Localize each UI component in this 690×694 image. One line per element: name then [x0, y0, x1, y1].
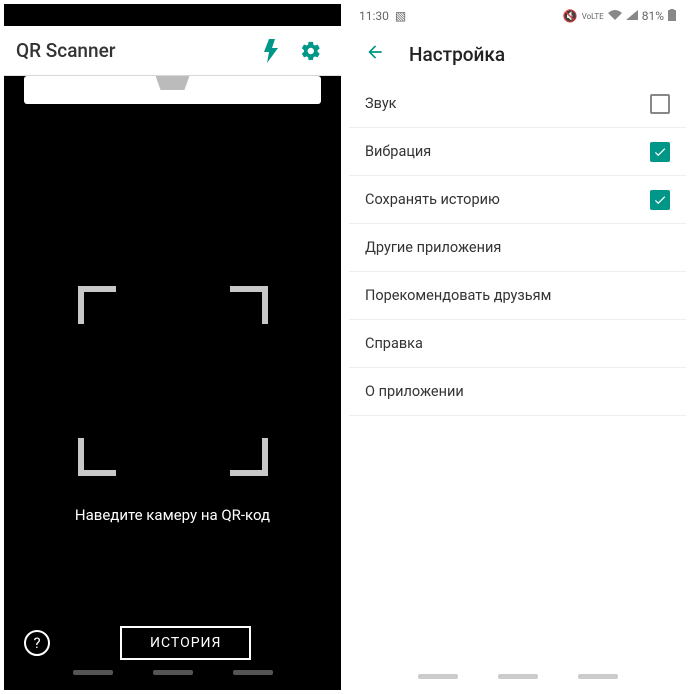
nav-back-icon[interactable] [233, 670, 273, 675]
status-bar [4, 4, 341, 26]
status-icons: 🔇 VoLTE 81% [563, 9, 676, 24]
setting-label: Порекомендовать друзьям [365, 287, 670, 304]
checkbox[interactable] [650, 190, 670, 210]
viewfinder-corner [78, 286, 116, 324]
checkbox[interactable] [650, 142, 670, 162]
page-title: Настройка [409, 43, 505, 66]
status-bar: 11:30 ▧ 🔇 VoLTE 81% [349, 4, 686, 28]
viewfinder-corner [78, 438, 116, 476]
nav-back-icon[interactable] [578, 674, 618, 679]
history-button[interactable]: ИСТОРИЯ [120, 626, 251, 660]
nav-home-icon[interactable] [153, 670, 193, 675]
checkbox[interactable] [650, 94, 670, 114]
flash-icon[interactable] [253, 33, 289, 69]
setting-row[interactable]: Справка [349, 320, 686, 368]
signal-icon [626, 9, 638, 23]
gear-icon[interactable] [293, 33, 329, 69]
setting-row[interactable]: Звук [349, 80, 686, 128]
qr-scanner-screen: QR Scanner Наведите камеру на QR-код ? И… [4, 4, 341, 690]
settings-list: Звук Вибрация Сохранять историю Другие прил… [349, 80, 686, 674]
setting-row[interactable]: Другие приложения [349, 224, 686, 272]
info-card[interactable] [24, 76, 321, 104]
lte-icon: VoLTE [582, 12, 604, 21]
battery-icon [668, 9, 676, 24]
setting-label: Другие приложения [365, 239, 670, 256]
battery-text: 81% [642, 9, 664, 23]
setting-row[interactable]: Вибрация [349, 128, 686, 176]
qr-viewfinder [78, 286, 268, 476]
wifi-icon [608, 9, 622, 23]
setting-row[interactable]: Порекомендовать друзьям [349, 272, 686, 320]
mute-icon: 🔇 [563, 9, 578, 23]
nav-recent-icon[interactable] [418, 674, 458, 679]
setting-label: Справка [365, 335, 670, 352]
nav-recent-icon[interactable] [73, 670, 113, 675]
setting-label: Сохранять историю [365, 191, 650, 208]
setting-label: Вибрация [365, 143, 650, 160]
help-icon[interactable]: ? [24, 630, 50, 656]
nav-home-icon[interactable] [498, 674, 538, 679]
bottom-toolbar: ? ИСТОРИЯ [4, 626, 341, 660]
settings-screen: 11:30 ▧ 🔇 VoLTE 81% Настройка Звук Вибрац… [349, 4, 686, 690]
status-notification-icon: ▧ [395, 9, 406, 23]
app-bar: Настройка [349, 28, 686, 80]
app-bar: QR Scanner [4, 26, 341, 76]
android-navbar [349, 674, 686, 690]
setting-row[interactable]: О приложении [349, 368, 686, 416]
camera-viewport: Наведите камеру на QR-код ? ИСТОРИЯ [4, 76, 341, 690]
status-time: 11:30 [359, 9, 389, 23]
hint-text: Наведите камеру на QR-код [4, 506, 341, 524]
back-arrow-icon[interactable] [365, 42, 385, 66]
app-title: QR Scanner [16, 39, 249, 62]
setting-row[interactable]: Сохранять историю [349, 176, 686, 224]
android-navbar [4, 670, 341, 686]
viewfinder-corner [230, 438, 268, 476]
viewfinder-corner [230, 286, 268, 324]
setting-label: Звук [365, 95, 650, 112]
setting-label: О приложении [365, 383, 670, 400]
